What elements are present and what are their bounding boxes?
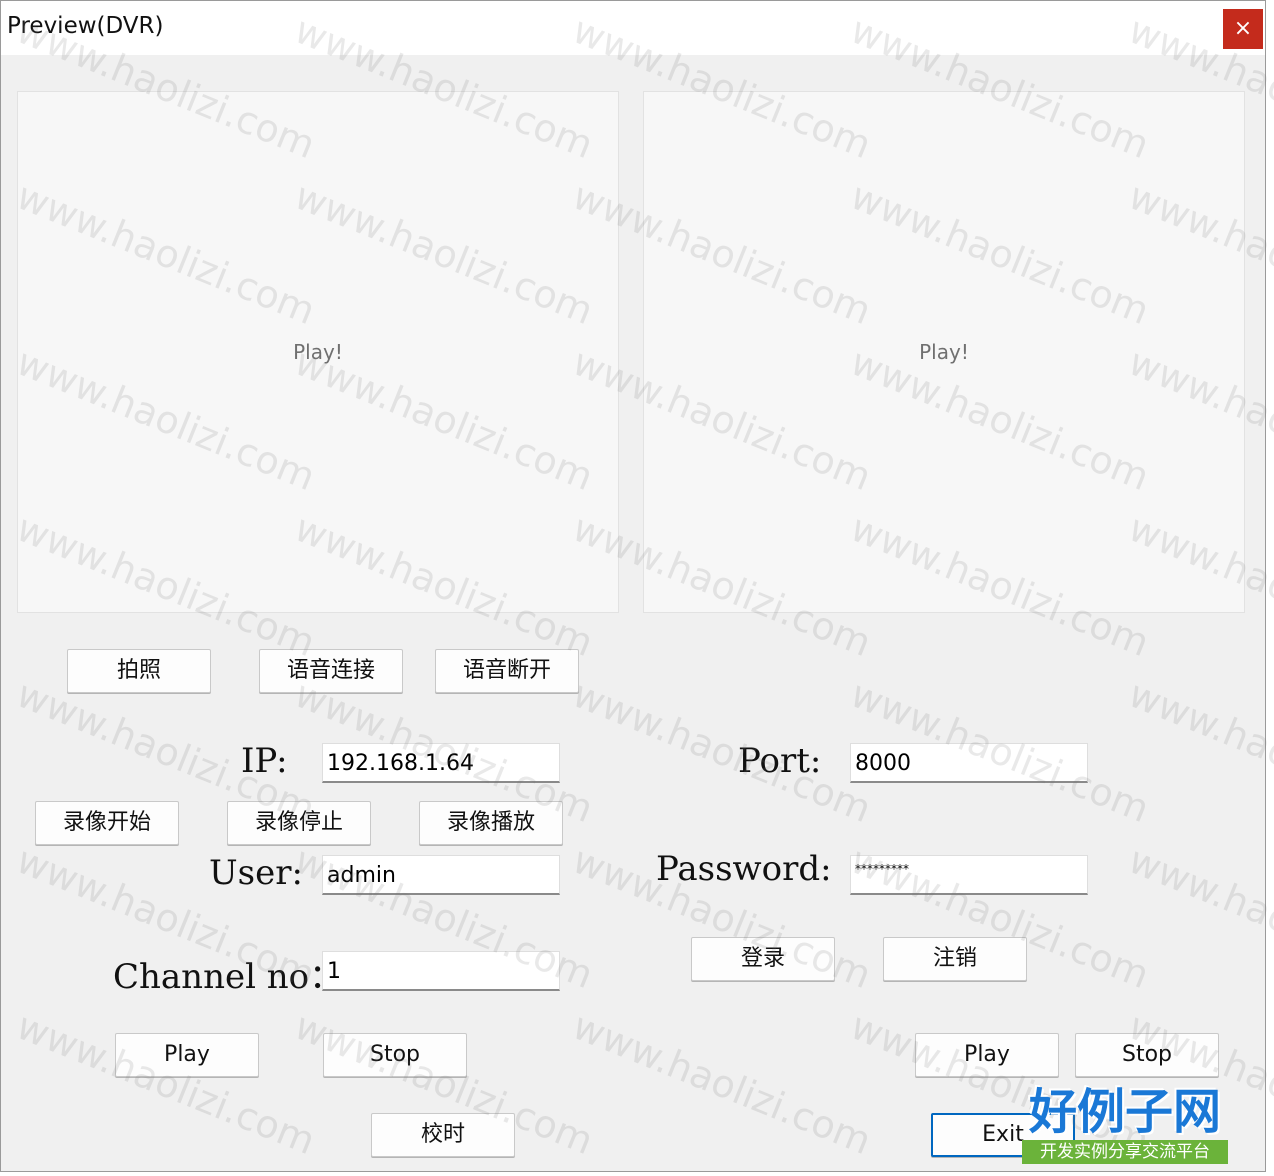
preview-label-right: Play!: [919, 340, 969, 364]
brand-title: 好例子网: [1028, 1084, 1221, 1140]
preview-panel-left[interactable]: Play!: [17, 91, 619, 613]
snapshot-button[interactable]: 拍照: [67, 649, 211, 693]
port-label: Port:: [738, 741, 822, 781]
stop-right-button[interactable]: Stop: [1075, 1033, 1219, 1077]
logout-button[interactable]: 注销: [883, 937, 1027, 981]
record-playback-button[interactable]: 录像播放: [419, 801, 563, 845]
voice-disconnect-button[interactable]: 语音断开: [435, 649, 579, 693]
play-right-button[interactable]: Play: [915, 1033, 1059, 1077]
channel-field[interactable]: 1: [322, 951, 560, 991]
login-button[interactable]: 登录: [691, 937, 835, 981]
close-button[interactable]: ×: [1223, 9, 1263, 49]
app-window: Preview(DVR) × Play! Play! 拍照 语音连接 语音断开 …: [0, 0, 1266, 1172]
preview-panel-right[interactable]: Play!: [643, 91, 1245, 613]
preview-label-left: Play!: [293, 340, 343, 364]
password-field[interactable]: *********: [850, 855, 1088, 895]
sync-time-button[interactable]: 校时: [371, 1113, 515, 1157]
user-field[interactable]: admin: [322, 855, 560, 895]
record-start-button[interactable]: 录像开始: [35, 801, 179, 845]
window-title: Preview(DVR): [7, 13, 164, 39]
ip-field[interactable]: 192.168.1.64: [322, 743, 560, 783]
play-left-button[interactable]: Play: [115, 1033, 259, 1077]
brand-logo: 好例子网 开发实例分享交流平台: [1020, 1084, 1230, 1164]
channel-label: Channel no：: [113, 957, 344, 997]
title-bar: Preview(DVR) ×: [1, 1, 1265, 55]
voice-connect-button[interactable]: 语音连接: [259, 649, 403, 693]
user-label: User:: [209, 853, 303, 893]
stop-left-button[interactable]: Stop: [323, 1033, 467, 1077]
close-icon: ×: [1233, 16, 1253, 41]
brand-subtitle: 开发实例分享交流平台: [1022, 1140, 1228, 1164]
ip-label: IP:: [241, 741, 288, 781]
record-stop-button[interactable]: 录像停止: [227, 801, 371, 845]
port-field[interactable]: 8000: [850, 743, 1088, 783]
password-label: Password:: [656, 849, 832, 889]
